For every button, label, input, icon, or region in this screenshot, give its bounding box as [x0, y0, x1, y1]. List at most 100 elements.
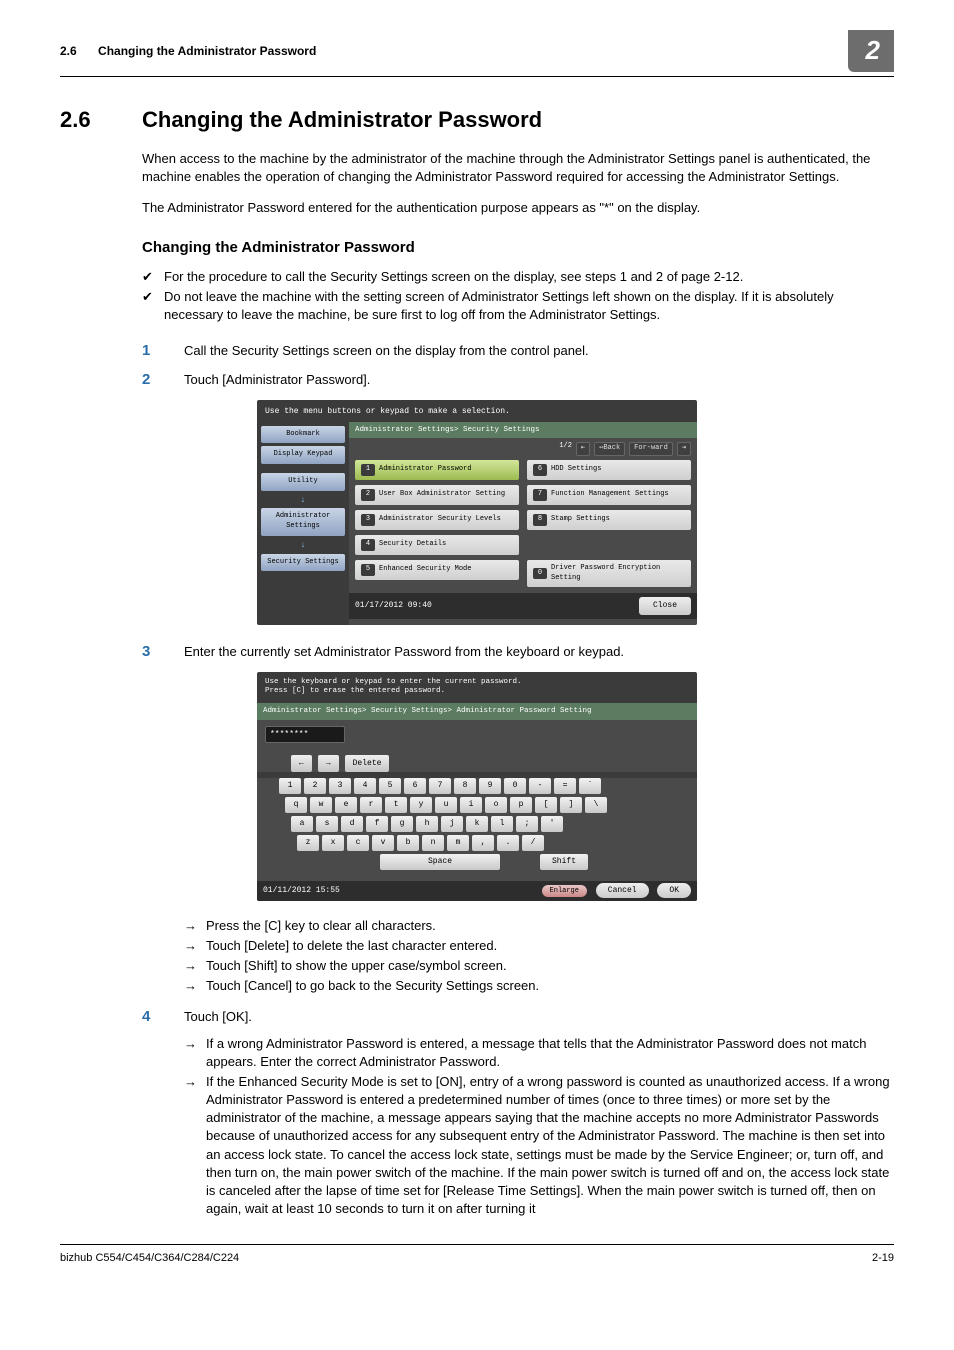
keyboard-key[interactable]: 2 [304, 778, 326, 794]
step-text: Call the Security Settings screen on the… [184, 340, 894, 361]
keyboard-key[interactable]: e [335, 797, 357, 813]
ok-button[interactable]: OK [657, 883, 691, 898]
keyboard-key[interactable]: o [485, 797, 507, 813]
pager-forward-button[interactable]: For-ward [629, 442, 673, 456]
keyboard-key[interactable]: k [466, 816, 488, 832]
keyboard-key[interactable]: b [397, 835, 419, 851]
menu-item-userbox-admin[interactable]: 2User Box Administrator Setting [355, 485, 519, 505]
keyboard-key[interactable]: 3 [329, 778, 351, 794]
keyboard-key[interactable]: h [416, 816, 438, 832]
chapter-badge: 2 [848, 30, 894, 72]
keyboard-key[interactable]: g [391, 816, 413, 832]
keyboard-key[interactable]: i [460, 797, 482, 813]
menu-item-admin-password[interactable]: 1Administrator Password [355, 460, 519, 480]
keyboard-key[interactable]: ; [516, 816, 538, 832]
panel-datetime: 01/11/2012 15:55 [263, 885, 340, 896]
keyboard-key[interactable]: - [529, 778, 551, 794]
keyboard-key[interactable]: [ [535, 797, 557, 813]
close-button[interactable]: Close [639, 597, 691, 614]
step-number: 3 [142, 641, 184, 662]
keyboard-key[interactable]: \ [585, 797, 607, 813]
keyboard-key[interactable]: u [435, 797, 457, 813]
keyboard-key[interactable]: . [497, 835, 519, 851]
step-text: Touch [Administrator Password]. [184, 369, 894, 390]
keyboard-key[interactable]: ] [560, 797, 582, 813]
keyboard-key[interactable]: 9 [479, 778, 501, 794]
step-text: Touch [OK]. [184, 1006, 894, 1027]
keyboard-key[interactable]: 1 [279, 778, 301, 794]
keyboard-key[interactable]: n [422, 835, 444, 851]
section-number: 2.6 [60, 105, 142, 136]
keyboard-key[interactable]: r [360, 797, 382, 813]
shift-key[interactable]: Shift [540, 854, 588, 870]
space-key[interactable]: Space [380, 854, 500, 870]
menu-item-function-mgmt[interactable]: 7Function Management Settings [527, 485, 691, 505]
menu-item-enhanced-security[interactable]: 5Enhanced Security Mode [355, 560, 519, 580]
enlarge-button[interactable]: Enlarge [542, 885, 587, 897]
step-3-subitems: Press the [C] key to clear all character… [184, 917, 894, 996]
keyboard-key[interactable]: y [410, 797, 432, 813]
menu-item-stamp-settings[interactable]: 8Stamp Settings [527, 510, 691, 530]
menu-item-hdd-settings[interactable]: 6HDD Settings [527, 460, 691, 480]
prereq-item: Do not leave the machine with the settin… [142, 288, 894, 324]
step-4-subitems: If a wrong Administrator Password is ent… [184, 1035, 894, 1219]
pager-last-button[interactable]: ⇥ [677, 442, 691, 456]
keyboard-key[interactable]: x [322, 835, 344, 851]
display-keypad-button[interactable]: Display Keypad [261, 446, 345, 464]
keyboard-key[interactable]: ` [579, 778, 601, 794]
keyboard-key[interactable]: q [285, 797, 307, 813]
keyboard-key[interactable]: t [385, 797, 407, 813]
keyboard-key[interactable]: c [347, 835, 369, 851]
keyboard-key[interactable]: 5 [379, 778, 401, 794]
utility-button[interactable]: Utility [261, 473, 345, 491]
step-number: 4 [142, 1006, 184, 1027]
keyboard-key[interactable]: 8 [454, 778, 476, 794]
page-footer: bizhub C554/C454/C364/C284/C224 2-19 [60, 1244, 894, 1266]
keyboard-key[interactable]: d [341, 816, 363, 832]
keyboard-key[interactable]: 0 [504, 778, 526, 794]
keyboard-key[interactable]: v [372, 835, 394, 851]
keyboard-key[interactable]: j [441, 816, 463, 832]
step-number: 1 [142, 340, 184, 361]
header-section-title: Changing the Administrator Password [98, 44, 316, 58]
keyboard-key[interactable]: a [291, 816, 313, 832]
menu-item-admin-security-levels[interactable]: 3Administrator Security Levels [355, 510, 519, 530]
intro-paragraph-1: When access to the machine by the admini… [142, 150, 894, 186]
substep: Touch [Shift] to show the upper case/sym… [184, 957, 894, 975]
keyboard-key[interactable]: w [310, 797, 332, 813]
keyboard-key[interactable]: / [522, 835, 544, 851]
bookmark-button[interactable]: Bookmark [261, 426, 345, 444]
security-settings-button[interactable]: Security Settings [261, 554, 345, 572]
admin-settings-button[interactable]: Administrator Settings [261, 508, 345, 536]
keyboard-key[interactable]: m [447, 835, 469, 851]
pager-back-button[interactable]: ↤Back [594, 442, 625, 456]
keyboard-key[interactable]: f [366, 816, 388, 832]
step-1: 1 Call the Security Settings screen on t… [142, 340, 894, 361]
cursor-right-button[interactable]: → [318, 755, 339, 772]
keyboard-key[interactable]: 6 [404, 778, 426, 794]
substep: Touch [Delete] to delete the last charac… [184, 937, 894, 955]
keyboard-instruction: Use the keyboard or keypad to enter the … [257, 672, 697, 704]
keyboard-key[interactable]: 7 [429, 778, 451, 794]
pager-first-button[interactable]: ⇤ [576, 442, 590, 456]
security-settings-screenshot: Use the menu buttons or keypad to make a… [257, 400, 697, 624]
keyboard-key[interactable]: 4 [354, 778, 376, 794]
keyboard-key[interactable]: ' [541, 816, 563, 832]
keyboard-key[interactable]: p [510, 797, 532, 813]
keyboard-key[interactable]: z [297, 835, 319, 851]
menu-item-security-details[interactable]: 4Security Details [355, 535, 519, 555]
substep: Press the [C] key to clear all character… [184, 917, 894, 935]
menu-item-driver-pw-enc[interactable]: 0Driver Password Encryption Setting [527, 560, 691, 588]
keyboard-key[interactable]: l [491, 816, 513, 832]
cancel-button[interactable]: Cancel [596, 883, 649, 898]
footer-page-number: 2-19 [872, 1251, 894, 1266]
delete-button[interactable]: Delete [345, 755, 390, 772]
keyboard-key[interactable]: = [554, 778, 576, 794]
page-indicator: 1/2 [559, 442, 572, 456]
password-input[interactable]: ******** [265, 726, 345, 743]
keyboard-key[interactable]: s [316, 816, 338, 832]
breadcrumb: Administrator Settings> Security Setting… [257, 703, 697, 720]
section-title: Changing the Administrator Password [142, 105, 542, 136]
keyboard-key[interactable]: , [472, 835, 494, 851]
cursor-left-button[interactable]: ← [291, 755, 312, 772]
